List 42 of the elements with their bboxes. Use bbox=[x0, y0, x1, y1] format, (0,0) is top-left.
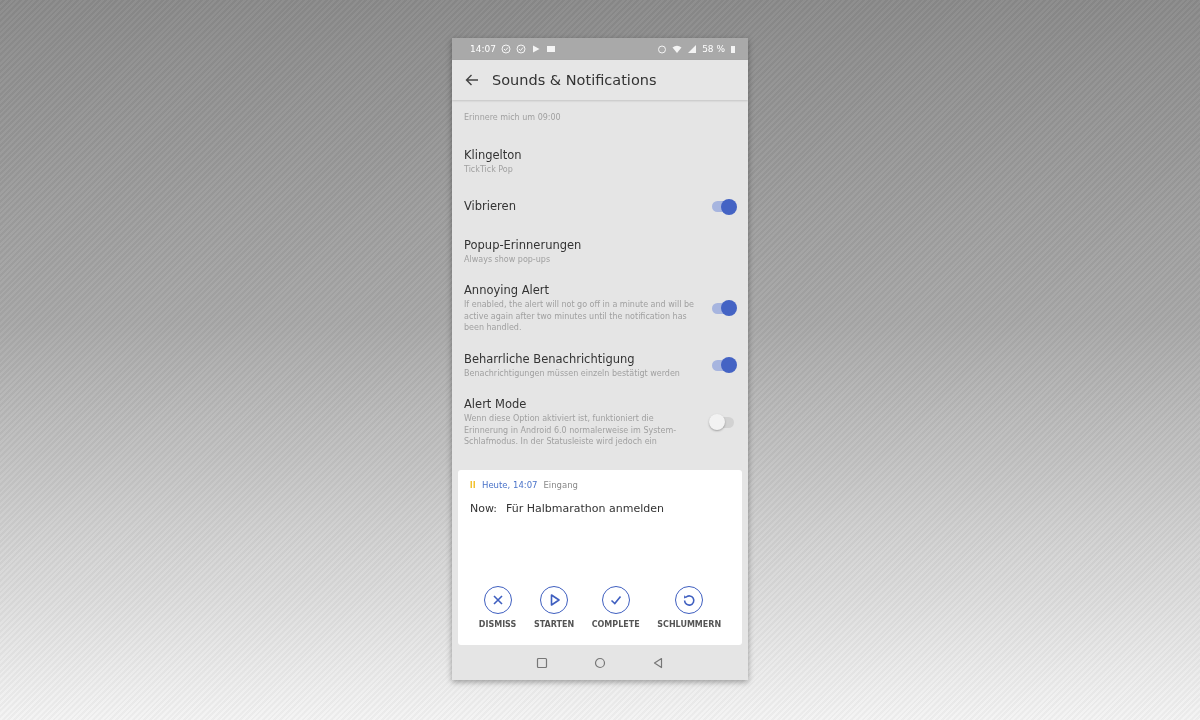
wifi-icon bbox=[672, 44, 683, 54]
setting-description: Erinnere mich um 09:00 bbox=[464, 111, 562, 124]
status-time: 14:07 bbox=[470, 44, 496, 54]
toggle-switch[interactable] bbox=[712, 302, 734, 314]
task-title: Für Halbmarathon anmelden bbox=[506, 502, 664, 515]
reminder-prefix: Now: bbox=[470, 502, 498, 515]
settings-row[interactable]: Beharrliche Benachrichtigung Benachrichtigungen müssen einzeln bestätigt werden bbox=[452, 342, 748, 388]
alarm-icon bbox=[657, 44, 668, 54]
check-circle-icon bbox=[500, 44, 511, 54]
back-triangle-icon[interactable] bbox=[652, 656, 664, 669]
action-button[interactable]: SCHLUMMERN bbox=[657, 586, 722, 629]
image-icon bbox=[545, 44, 556, 54]
back-arrow-icon[interactable] bbox=[464, 72, 480, 88]
setting-description: Benachrichtigungen müssen einzeln bestätigt werden bbox=[464, 367, 681, 379]
setting-title: Popup-Erinnerungen bbox=[464, 237, 583, 253]
home-circle-icon[interactable] bbox=[594, 656, 606, 669]
check-circle-icon bbox=[515, 44, 526, 54]
toggle-switch[interactable] bbox=[712, 416, 734, 428]
setting-title: Vibrieren bbox=[464, 199, 517, 214]
setting-title: Beharrliche Benachrichtigung bbox=[464, 351, 636, 367]
setting-title: Alert Mode bbox=[464, 397, 528, 412]
toggle-switch[interactable] bbox=[712, 201, 734, 212]
toggle-switch[interactable] bbox=[712, 359, 734, 371]
action-button[interactable]: COMPLETE bbox=[591, 586, 640, 629]
play-icon bbox=[530, 44, 541, 54]
priority-icon bbox=[470, 480, 476, 490]
setting-title: Annoying Alert bbox=[464, 283, 551, 298]
setting-title: Klingelton bbox=[464, 148, 523, 163]
square-icon[interactable] bbox=[536, 656, 548, 669]
settings-row[interactable]: Vibrieren bbox=[452, 184, 748, 229]
setting-description: Always show pop-ups bbox=[464, 253, 552, 265]
battery-icon bbox=[730, 44, 736, 54]
settings-row[interactable]: Popup-Erinnerungen Always show pop-ups bbox=[452, 228, 748, 274]
action-button[interactable]: STARTEN bbox=[533, 586, 575, 629]
setting-description: TickTick Pop bbox=[464, 164, 514, 176]
reminder-time: Heute, 14:07 bbox=[482, 480, 538, 490]
action-button[interactable]: DISMISS bbox=[478, 586, 517, 629]
list-name: Eingang bbox=[543, 480, 578, 490]
screen-title: Sounds & Notifications bbox=[492, 72, 657, 88]
settings-row[interactable]: Klingelton TickTick Pop bbox=[452, 139, 748, 185]
battery-percent: 58 % bbox=[702, 44, 725, 54]
signal-icon bbox=[687, 44, 698, 54]
